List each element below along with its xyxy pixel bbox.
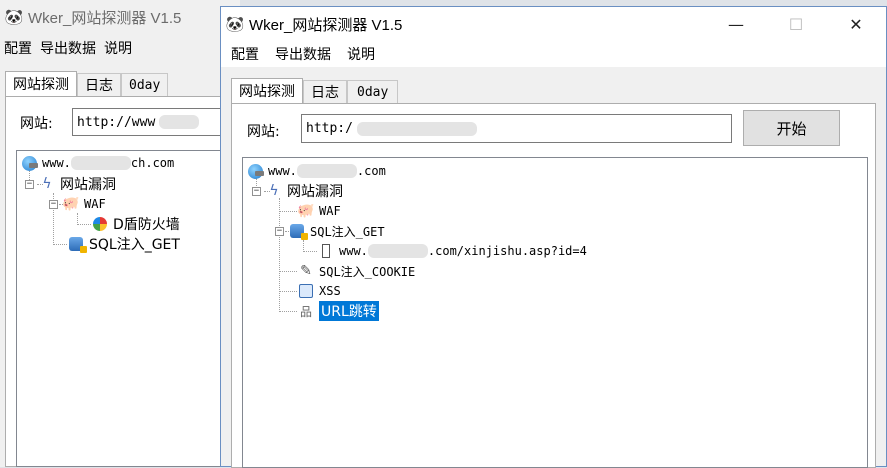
front-tree-sql-cookie-label: SQL注入_COOKIE — [319, 264, 416, 279]
back-tab-0day[interactable]: 0day — [121, 73, 169, 96]
back-tree-waf-child-label: D盾防火墙 — [113, 217, 180, 233]
back-tree-sql-get-label: SQL注入_GET — [89, 237, 180, 253]
back-tab-log[interactable]: 日志 — [77, 73, 121, 96]
back-tree-waf-child[interactable]: D盾防火墙 — [91, 214, 180, 234]
pig-icon: 🐖 — [297, 203, 315, 219]
start-button[interactable]: 开始 — [743, 110, 840, 146]
front-titlebar[interactable]: 🐼 Wker_网站探测器 V1.5 — ☐ ✕ — [221, 7, 886, 41]
front-tree-waf-label: WAF — [319, 204, 341, 218]
front-menu-help[interactable]: 说明 — [339, 44, 383, 64]
front-tab-0day[interactable]: 0day — [347, 80, 399, 103]
front-window-title: Wker_网站探测器 V1.5 — [249, 16, 403, 34]
back-url-redaction — [159, 115, 200, 129]
network-icon: 品 — [299, 304, 312, 319]
back-menu-config[interactable]: 配置 — [2, 38, 38, 58]
front-tree-sql-cookie[interactable]: ✎ SQL注入_COOKIE — [297, 261, 415, 281]
back-tree-vuln[interactable]: − ϟ 网站漏洞 — [25, 174, 116, 194]
front-tree-xss-label: XSS — [319, 284, 341, 298]
cookie-icon: ✎ — [300, 263, 312, 279]
xss-icon — [297, 282, 315, 300]
front-tree-sql-get[interactable]: − SQL注入_GET — [275, 221, 385, 241]
front-tree-sql-get-child-prefix: www. — [339, 244, 368, 258]
panda-icon: 🐼 — [4, 8, 24, 26]
front-tree-root-suffix: .com — [356, 164, 386, 178]
front-url-redaction — [356, 121, 477, 136]
front-tree-view[interactable]: www. .com − ϟ 网站漏洞 🐖 WAF − SQL注入_GET www… — [242, 157, 868, 468]
back-tree-view[interactable]: www. ch.com − ϟ 网站漏洞 − 🐖 WAF D盾防火墙 SQL注入… — [16, 150, 240, 467]
back-menu-export[interactable]: 导出数据 — [38, 38, 102, 58]
globe-icon — [246, 162, 264, 180]
front-tree-sql-get-label: SQL注入_GET — [310, 224, 385, 239]
database-icon — [288, 222, 308, 240]
back-titlebar[interactable]: 🐼 Wker_网站探测器 V1.5 — [0, 0, 240, 34]
page-icon — [317, 242, 335, 260]
maximize-icon[interactable]: ☐ — [766, 7, 826, 41]
back-url-value: http://www — [77, 114, 156, 130]
database-icon — [67, 235, 87, 253]
front-tree-sql-get-child[interactable]: www. .com/xinjishu.asp?id=4 — [317, 241, 587, 261]
front-tree-root[interactable]: www. .com — [246, 161, 386, 181]
pig-icon: 🐖 — [62, 196, 80, 212]
link-icon: ϟ — [269, 183, 279, 199]
back-tab-detect[interactable]: 网站探测 — [5, 71, 77, 96]
back-tree-root-prefix: www. — [42, 156, 71, 170]
window-controls: — ☐ ✕ — [706, 7, 886, 41]
front-tree-waf[interactable]: 🐖 WAF — [297, 201, 341, 221]
front-window: 🐼 Wker_网站探测器 V1.5 — ☐ ✕ 配置 导出数据 说明 网站探测 … — [220, 6, 887, 468]
back-tree-sql-get[interactable]: SQL注入_GET — [67, 234, 180, 254]
back-tree-root-redaction — [70, 156, 131, 170]
panda-icon: 🐼 — [225, 15, 245, 33]
back-tree-waf-label: WAF — [84, 197, 106, 211]
front-tab-0day-label: 0day — [357, 84, 389, 100]
back-tree-root[interactable]: www. ch.com — [20, 153, 174, 173]
firewall-icon — [91, 215, 109, 233]
back-menu-help[interactable]: 说明 — [102, 38, 138, 58]
back-window-title: Wker_网站探测器 V1.5 — [28, 9, 182, 27]
front-menu-config[interactable]: 配置 — [223, 44, 267, 64]
front-tree-vuln[interactable]: − ϟ 网站漏洞 — [252, 181, 343, 201]
back-tree-root-suffix: ch.com — [130, 156, 175, 170]
front-tree-url-jump-label: URL跳转 — [319, 301, 379, 321]
back-tab-bar: 网站探测 日志 0day — [5, 71, 169, 96]
minimize-icon[interactable]: — — [706, 7, 766, 41]
link-icon: ϟ — [42, 176, 52, 192]
collapse-icon[interactable]: − — [252, 186, 261, 196]
collapse-icon[interactable]: − — [275, 226, 284, 236]
front-url-input[interactable]: http:/ — [301, 114, 732, 143]
collapse-icon[interactable]: − — [25, 179, 34, 189]
back-tab-0day-label: 0day — [129, 77, 161, 93]
front-tree-root-redaction — [296, 164, 357, 178]
back-tree-waf[interactable]: − 🐖 WAF — [49, 194, 106, 214]
close-icon[interactable]: ✕ — [826, 7, 886, 41]
back-url-input[interactable]: http://www — [72, 108, 240, 136]
front-tree-vuln-label: 网站漏洞 — [287, 184, 343, 200]
front-menubar: 配置 导出数据 说明 — [221, 41, 886, 67]
front-tab-detect[interactable]: 网站探测 — [231, 78, 303, 103]
front-tab-log[interactable]: 日志 — [303, 80, 347, 103]
front-tree-root-prefix: www. — [268, 164, 297, 178]
front-tree-sql-get-child-redaction — [367, 244, 428, 258]
front-url-label: 网站: — [247, 124, 280, 140]
front-tree-xss[interactable]: XSS — [297, 281, 341, 301]
back-menubar: 配置 导出数据 说明 — [0, 34, 240, 62]
front-menu-export[interactable]: 导出数据 — [267, 44, 339, 64]
collapse-icon[interactable]: − — [49, 199, 58, 209]
back-url-label: 网站: — [20, 116, 53, 132]
front-url-value: http:/ — [306, 121, 353, 136]
back-window: 🐼 Wker_网站探测器 V1.5 配置 导出数据 说明 网站探测 日志 0da… — [0, 0, 240, 467]
front-tab-bar: 网站探测 日志 0day — [231, 78, 399, 103]
front-tree-sql-get-child-suffix: .com/xinjishu.asp?id=4 — [427, 244, 587, 258]
back-tree-vuln-label: 网站漏洞 — [60, 177, 116, 193]
front-tree-url-jump[interactable]: 品 URL跳转 — [297, 301, 379, 321]
globe-icon — [20, 154, 38, 172]
